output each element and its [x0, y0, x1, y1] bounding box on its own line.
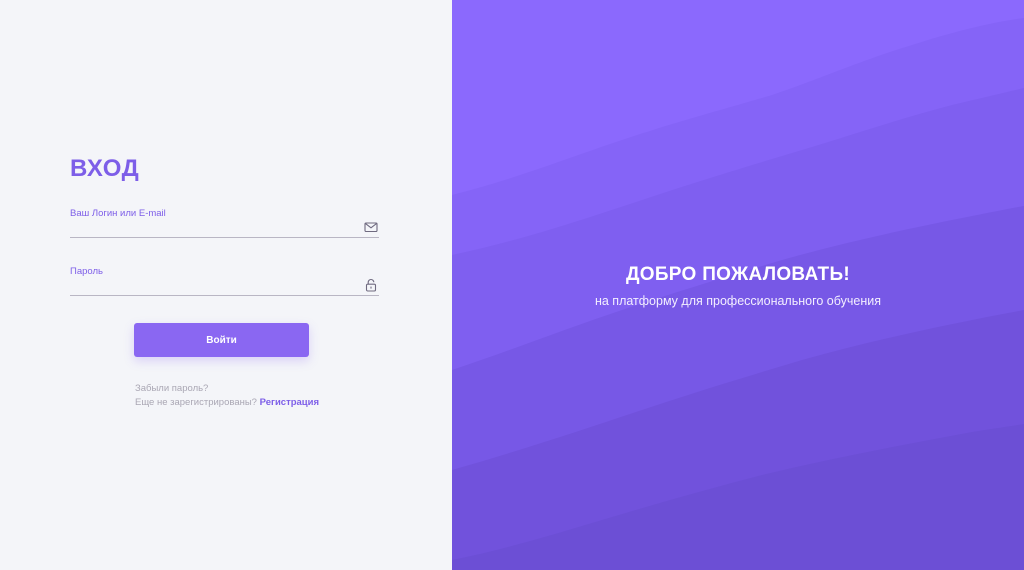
welcome-subtitle: на платформу для профессионального обуче…: [594, 294, 882, 308]
register-link[interactable]: Регистрация: [260, 397, 319, 408]
register-prompt: Еще не зарегистрированы? Регистрация: [135, 397, 319, 408]
login-page: ВХОД Ваш Логин или E-mail Пароль Войти З…: [0, 0, 1024, 570]
login-input[interactable]: [70, 220, 355, 236]
login-field[interactable]: Ваш Логин или E-mail: [70, 208, 379, 238]
register-prompt-text: Еще не зарегистрированы?: [135, 397, 257, 408]
login-button[interactable]: Войти: [134, 323, 309, 357]
password-input[interactable]: [70, 278, 355, 294]
lock-icon: [365, 279, 377, 292]
welcome-panel: ДОБРО ПОЖАЛОВАТЬ! на платформу для профе…: [452, 0, 1024, 570]
forgot-password-link[interactable]: Забыли пароль?: [135, 383, 208, 394]
password-field-label: Пароль: [70, 266, 103, 277]
welcome-title: ДОБРО ПОЖАЛОВАТЬ!: [625, 264, 851, 285]
login-field-label: Ваш Логин или E-mail: [70, 208, 166, 219]
login-panel: ВХОД Ваш Логин или E-mail Пароль Войти З…: [0, 0, 452, 570]
password-field[interactable]: Пароль: [70, 266, 379, 296]
envelope-icon: [364, 222, 378, 233]
login-title: ВХОД: [70, 155, 140, 182]
